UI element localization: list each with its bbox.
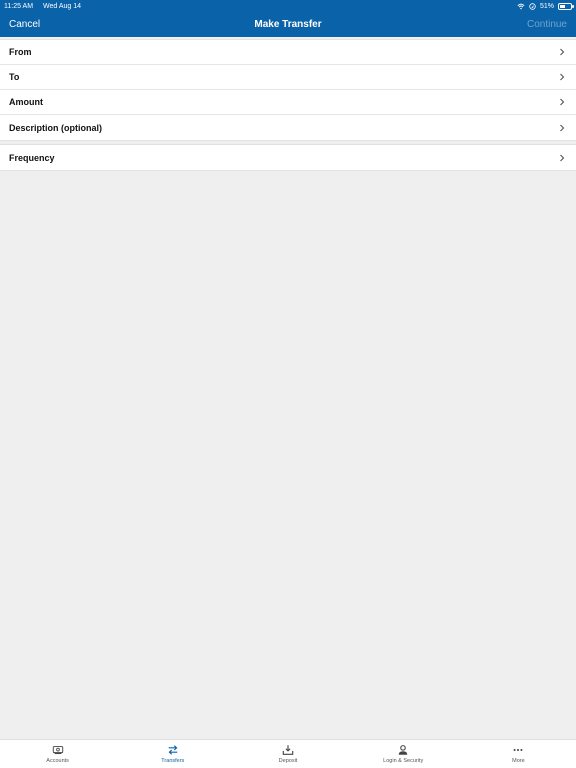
more-icon xyxy=(513,748,523,752)
tab-accounts-label: Accounts xyxy=(46,758,69,764)
deposit-icon xyxy=(282,745,294,755)
tab-accounts[interactable]: Accounts xyxy=(0,740,115,768)
accounts-icon xyxy=(52,746,63,755)
tab-more-label: More xyxy=(512,758,525,764)
description-row[interactable]: Description (optional) xyxy=(0,115,576,140)
frequency-label: Frequency xyxy=(9,152,55,163)
chevron-right-icon xyxy=(560,124,565,131)
chevron-right-icon xyxy=(560,48,565,56)
tab-login-security-label: Login & Security xyxy=(383,758,424,764)
tab-transfers[interactable]: Transfers xyxy=(115,740,230,768)
amount-row[interactable]: Amount xyxy=(0,90,576,115)
status-date: Wed Aug 14 xyxy=(43,2,82,10)
frequency-row[interactable]: Frequency xyxy=(0,145,576,170)
battery-icon xyxy=(558,2,574,10)
tab-deposit-label: Deposit xyxy=(278,758,298,764)
wifi-icon xyxy=(517,3,525,9)
person-icon xyxy=(398,745,408,755)
location-icon xyxy=(529,2,536,10)
to-label: To xyxy=(9,72,20,82)
tab-bar: Accounts Transfers Deposit Login & Secur… xyxy=(0,739,576,768)
from-row[interactable]: From xyxy=(0,40,576,65)
page-title: Make Transfer xyxy=(254,19,322,30)
battery-percent: 51% xyxy=(539,2,554,10)
status-time: 11:25 AM xyxy=(4,2,34,10)
status-bar: 11:25 AM Wed Aug 14 51% xyxy=(0,0,576,12)
from-label: From xyxy=(9,47,32,57)
to-row[interactable]: To xyxy=(0,65,576,90)
tab-transfers-label: Transfers xyxy=(161,758,185,764)
transfers-icon xyxy=(168,745,178,755)
chevron-right-icon xyxy=(560,154,565,161)
description-label: Description (optional) xyxy=(9,122,102,133)
tab-deposit[interactable]: Deposit xyxy=(230,740,345,768)
cancel-button[interactable]: Cancel xyxy=(9,19,40,30)
transfer-details-group: From To Amount Description (optional) xyxy=(0,39,576,141)
frequency-group: Frequency xyxy=(0,144,576,171)
top-bar: 11:25 AM Wed Aug 14 51% Cancel Make Tran… xyxy=(0,0,576,37)
continue-button[interactable]: Continue xyxy=(527,19,567,30)
navigation-bar: Cancel Make Transfer Continue xyxy=(0,12,576,37)
tab-login-security[interactable]: Login & Security xyxy=(346,740,461,768)
chevron-right-icon xyxy=(560,98,565,106)
tab-more[interactable]: More xyxy=(461,740,576,768)
amount-label: Amount xyxy=(9,97,43,107)
chevron-right-icon xyxy=(560,73,565,81)
